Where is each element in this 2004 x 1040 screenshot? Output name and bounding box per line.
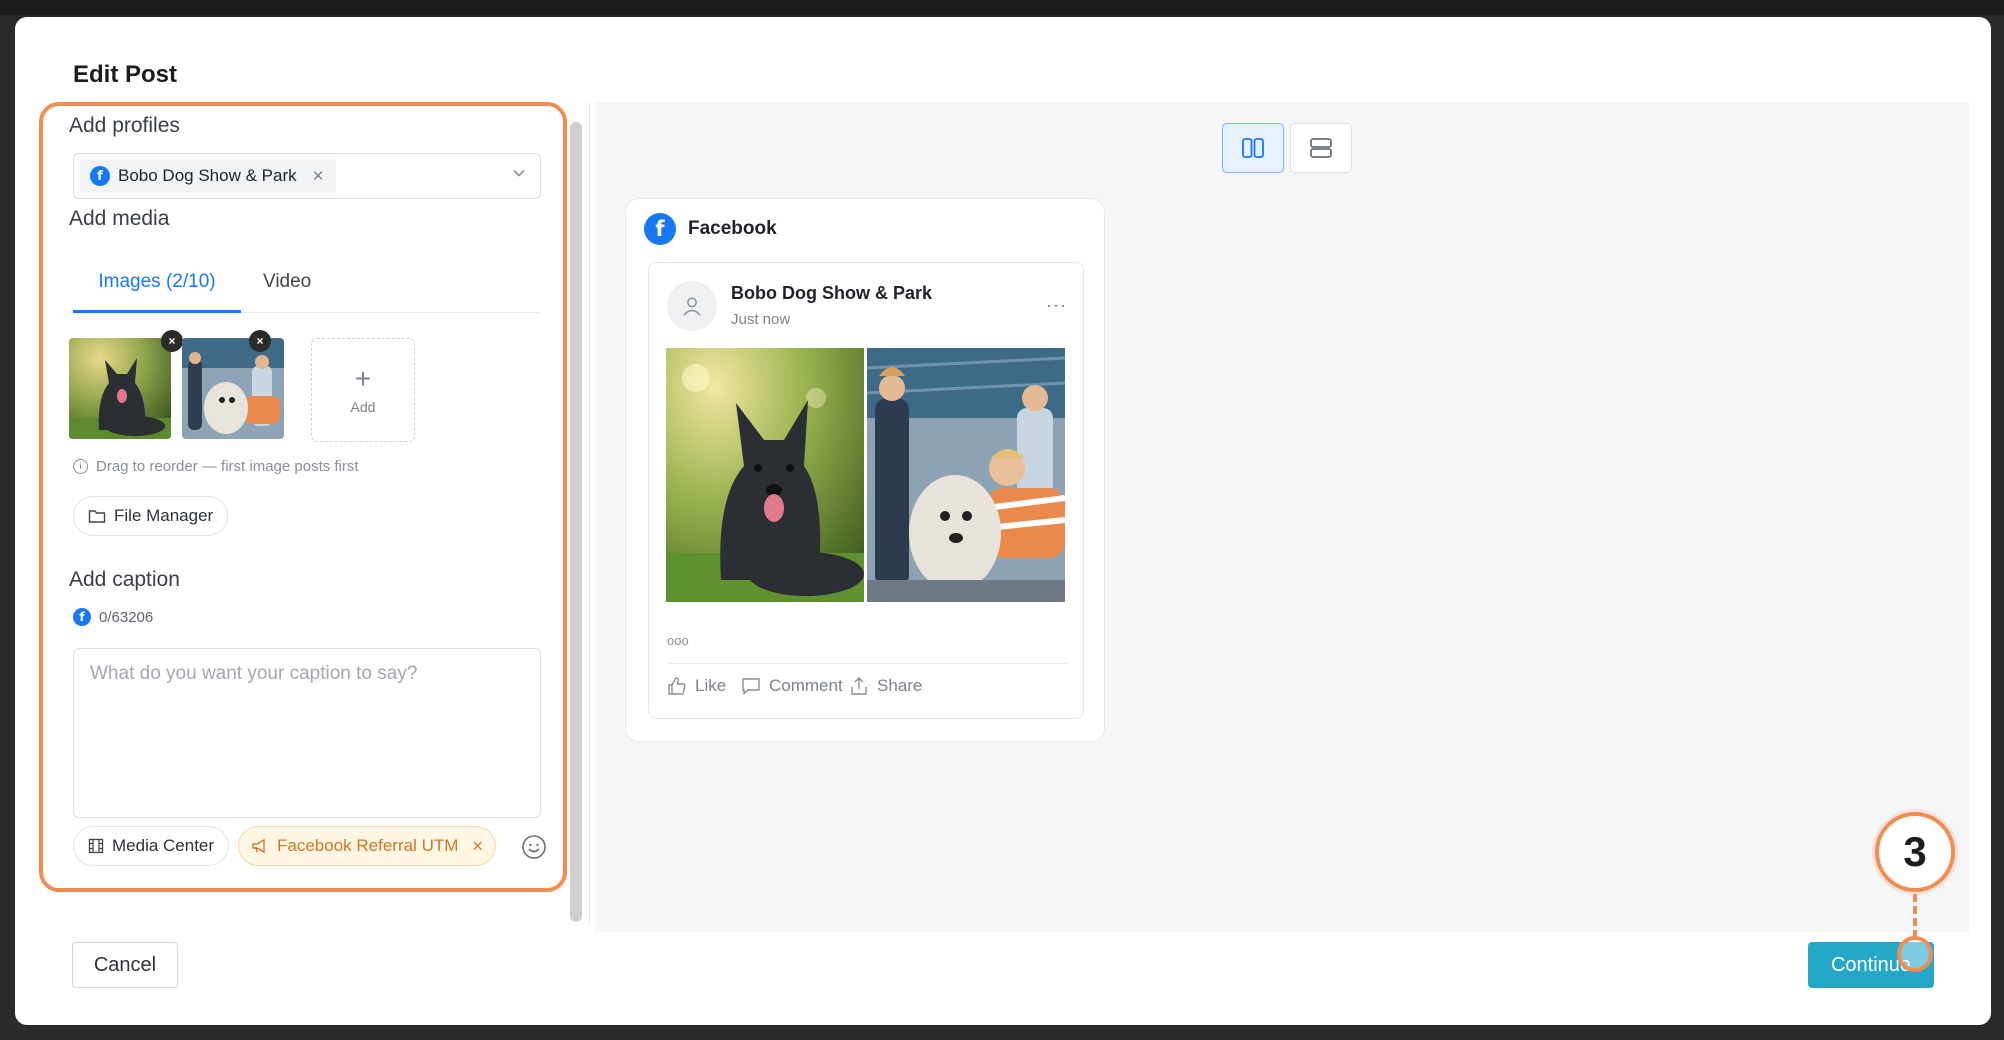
avatar xyxy=(667,281,717,331)
columns-icon xyxy=(1242,138,1264,158)
media-thumbnail-2[interactable] xyxy=(182,338,284,439)
post-preview: Bobo Dog Show & Park Just now ··· ooo Li… xyxy=(648,262,1084,719)
plus-icon: + xyxy=(354,363,372,394)
preview-card-header: f Facebook xyxy=(644,213,777,245)
comment-icon xyxy=(742,678,760,696)
emoji-icon[interactable] xyxy=(521,834,547,860)
more-options-icon[interactable]: ··· xyxy=(1046,295,1067,316)
comment-button[interactable]: Comment xyxy=(741,676,843,696)
add-media-label: Add xyxy=(350,399,376,415)
post-divider xyxy=(667,663,1067,664)
share-label: Share xyxy=(877,676,923,695)
utm-tag[interactable]: Facebook Referral UTM × xyxy=(238,826,496,866)
close-icon[interactable]: × xyxy=(472,836,483,857)
add-caption-heading: Add caption xyxy=(69,568,180,591)
chevron-down-icon[interactable] xyxy=(512,166,526,180)
like-label: Like xyxy=(695,676,727,695)
facebook-icon: f xyxy=(73,608,91,626)
info-icon: i xyxy=(73,459,88,474)
file-manager-label: File Manager xyxy=(114,506,214,525)
media-center-label: Media Center xyxy=(112,836,215,855)
preview-area: f Facebook Bobo Dog Show & Park Just now… xyxy=(595,102,1969,932)
profile-select[interactable]: f Bobo Dog Show & Park × xyxy=(73,153,541,199)
add-profiles-heading: Add profiles xyxy=(69,114,180,137)
media-center-button[interactable]: Media Center xyxy=(73,826,230,866)
reorder-hint: i Drag to reorder — first image posts fi… xyxy=(73,458,359,475)
cancel-button[interactable]: Cancel xyxy=(72,942,178,988)
add-media-heading: Add media xyxy=(69,207,170,230)
reorder-hint-text: Drag to reorder — first image posts firs… xyxy=(96,458,359,475)
add-media-tile[interactable]: + Add xyxy=(311,338,415,442)
background-app-bar xyxy=(0,0,2004,15)
thumbs-up-icon xyxy=(668,677,686,695)
facebook-preview-card: f Facebook Bobo Dog Show & Park Just now… xyxy=(625,198,1105,742)
step-target-marker xyxy=(1897,936,1933,972)
post-editor-panel: Add profiles f Bobo Dog Show & Park × Ad… xyxy=(39,102,567,892)
utm-tag-label: Facebook Referral UTM xyxy=(277,836,459,855)
modal-title: Edit Post xyxy=(73,61,178,88)
user-icon xyxy=(683,297,701,316)
share-icon xyxy=(851,677,867,695)
facebook-icon: f xyxy=(644,213,676,245)
film-icon xyxy=(88,838,104,854)
reactions-icon: ooo xyxy=(667,633,689,648)
comment-label: Comment xyxy=(769,676,843,695)
media-tabs: Images (2/10) Video xyxy=(73,271,541,313)
edit-post-modal: Edit Post Add profiles f Bobo Dog Show &… xyxy=(15,17,1991,1025)
megaphone-icon xyxy=(252,838,265,854)
post-image-1 xyxy=(666,348,864,602)
preview-network-name: Facebook xyxy=(688,218,777,239)
remove-image-1-button[interactable]: × xyxy=(161,330,183,352)
caption-character-count: f 0/63206 xyxy=(73,608,153,626)
folder-icon xyxy=(88,510,106,523)
file-manager-button[interactable]: File Manager xyxy=(73,496,229,536)
profile-chip-label: Bobo Dog Show & Park xyxy=(118,166,297,185)
tab-video[interactable]: Video xyxy=(263,271,311,313)
post-author: Bobo Dog Show & Park xyxy=(731,283,933,303)
post-image-2 xyxy=(867,348,1065,602)
share-button[interactable]: Share xyxy=(849,676,922,696)
like-button[interactable]: Like xyxy=(667,676,726,696)
scrollbar-thumb[interactable] xyxy=(570,122,582,922)
view-columns-button[interactable] xyxy=(1222,123,1284,173)
media-thumbnail-1[interactable] xyxy=(69,338,171,439)
step-connector-line xyxy=(1913,894,1917,938)
rows-icon xyxy=(1310,138,1332,158)
close-icon[interactable]: × xyxy=(313,167,324,186)
facebook-icon: f xyxy=(90,166,110,186)
step-number-badge: 3 xyxy=(1875,812,1955,892)
profile-chip: f Bobo Dog Show & Park × xyxy=(80,159,336,193)
post-timestamp: Just now xyxy=(731,311,791,328)
caption-input[interactable] xyxy=(73,648,541,818)
caption-count-text: 0/63206 xyxy=(99,608,154,626)
view-rows-button[interactable] xyxy=(1290,123,1352,173)
remove-image-2-button[interactable]: × xyxy=(249,330,271,352)
tab-images[interactable]: Images (2/10) xyxy=(73,271,241,313)
